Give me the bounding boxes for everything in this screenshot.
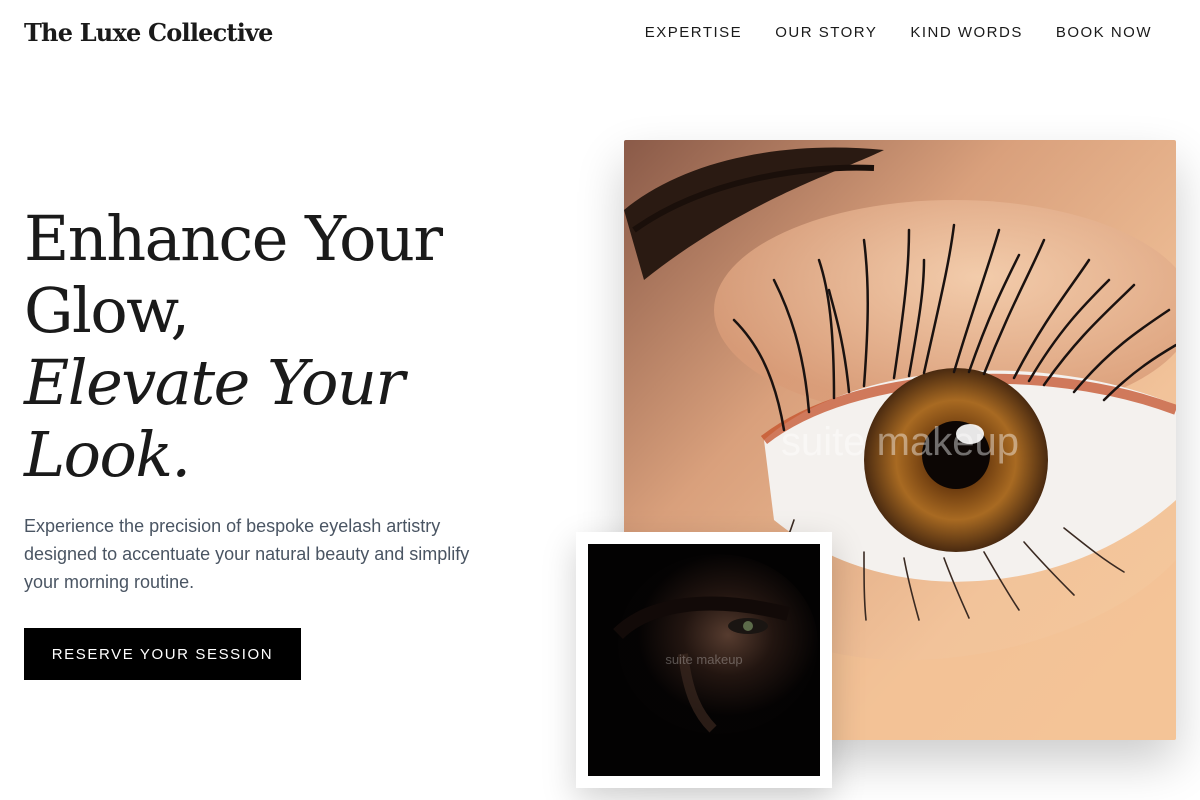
hero-description: Experience the precision of bespoke eyel… — [24, 516, 470, 592]
hero-title-line-1: Enhance Your — [24, 202, 443, 275]
site-header: The Luxe Collective EXPERTISE OUR STORY … — [0, 0, 1200, 70]
dark-portrait-illustration — [588, 544, 820, 776]
inset-photo-frame: suite makeup — [576, 532, 832, 788]
hero-title-italic-line-2: Look. — [24, 418, 191, 491]
hero-title-line-2: Glow, — [24, 274, 190, 347]
nav-book-now[interactable]: BOOK NOW — [1056, 24, 1152, 41]
dark-portrait-image: suite makeup — [588, 544, 820, 776]
nav-kind-words[interactable]: KIND WORDS — [910, 24, 1023, 41]
nav-our-story[interactable]: OUR STORY — [775, 24, 877, 41]
hero-title-italic-line-1: Elevate Your — [24, 346, 405, 419]
nav-expertise[interactable]: EXPERTISE — [645, 24, 742, 41]
reserve-session-button[interactable]: RESERVE YOUR SESSION — [24, 628, 301, 680]
brand-logo[interactable]: The Luxe Collective — [24, 18, 273, 47]
main-nav: EXPERTISE OUR STORY KIND WORDS BOOK NOW — [645, 24, 1152, 41]
hero-title: Enhance Your Glow, Elevate Your Look. — [24, 203, 544, 491]
